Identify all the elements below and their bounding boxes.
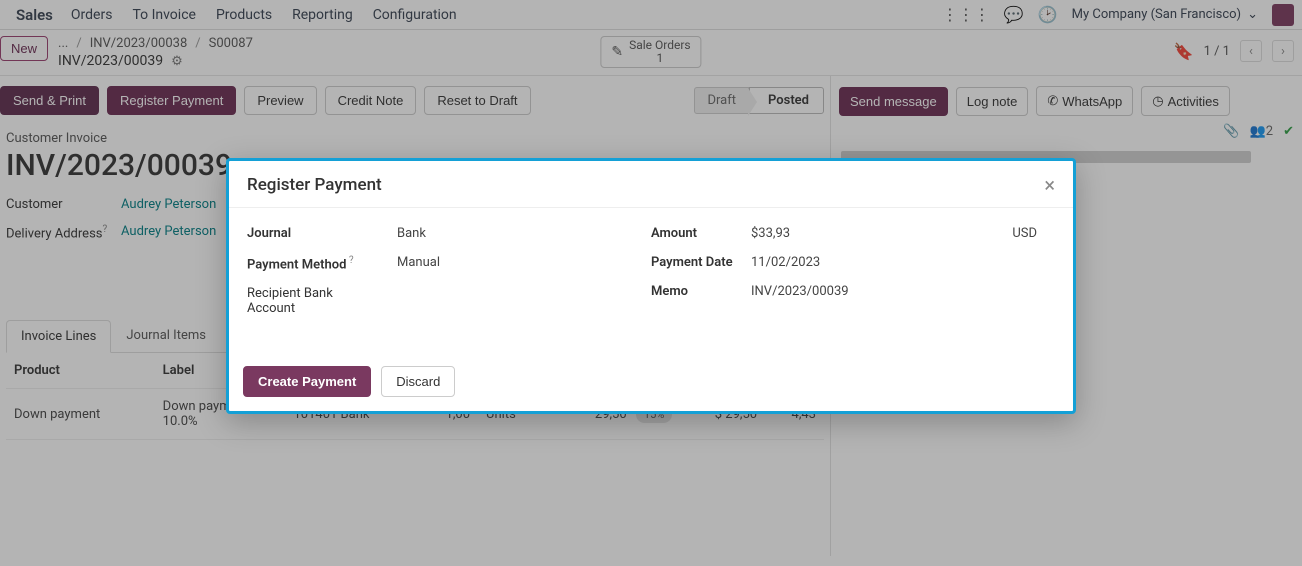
amount-value[interactable]: $33,93 xyxy=(751,226,790,241)
memo-value[interactable]: INV/2023/00039 xyxy=(751,284,849,299)
modal-overlay: Register Payment × Journal Bank Payment … xyxy=(0,0,1302,566)
payment-date-label: Payment Date xyxy=(651,255,751,270)
payment-date-value[interactable]: 11/02/2023 xyxy=(751,255,820,270)
amount-label: Amount xyxy=(651,226,751,241)
payment-method-value[interactable]: Manual xyxy=(397,255,440,272)
payment-method-label: Payment Method ? xyxy=(247,255,397,272)
create-payment-button[interactable]: Create Payment xyxy=(243,366,371,397)
amount-currency[interactable]: USD xyxy=(1012,226,1055,241)
memo-label: Memo xyxy=(651,284,751,299)
recipient-bank-label: Recipient Bank Account xyxy=(247,286,357,316)
journal-value[interactable]: Bank xyxy=(397,226,426,241)
discard-button[interactable]: Discard xyxy=(381,366,455,397)
modal-title: Register Payment xyxy=(247,175,382,195)
close-icon[interactable]: × xyxy=(1044,175,1055,195)
journal-label: Journal xyxy=(247,226,397,241)
register-payment-modal: Register Payment × Journal Bank Payment … xyxy=(226,158,1076,414)
